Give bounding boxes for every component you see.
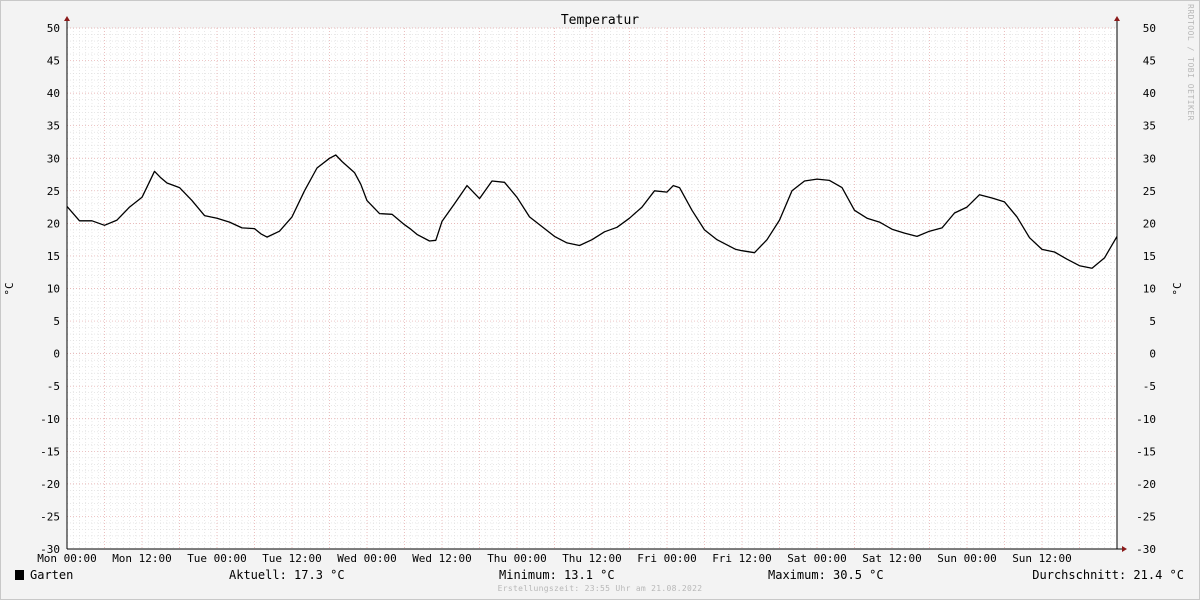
y-tick-label-right: -15 [1136,445,1156,458]
x-tick-label: Mon 00:00 [37,552,97,565]
y-tick-label-left: 35 [47,120,60,133]
y-tick-label-left: 10 [47,283,60,296]
y-tick-label-left: 5 [53,315,60,328]
y-tick-label-right: 45 [1143,55,1156,68]
temperature-chart: 50 5045 4540 4035 3530 3025 2520 2015 1510 105 50 0… [3,4,1195,565]
x-tick-label: Thu 12:00 [562,552,622,565]
x-axis-arrow [1122,546,1127,552]
y-axis-label-left: °C [3,282,16,295]
y-tick-label-right: -5 [1143,380,1156,393]
y-tick-label-right: -30 [1136,543,1156,556]
y-tick-label-left: 30 [47,152,60,165]
watermark: RRDTOOL / TOBI OETIKER [1186,4,1195,121]
legend-minimum: Minimum: 13.1 °C [499,568,615,582]
legend-average: Durchschnitt: 21.4 °C [1032,568,1184,582]
x-tick-label: Mon 12:00 [112,552,172,565]
y-tick-label-right: 25 [1143,185,1156,198]
legend-series: Garten [15,568,73,582]
y-tick-label-right: 10 [1143,283,1156,296]
y-tick-label-right: 15 [1143,250,1156,263]
y-tick-label-right: 5 [1149,315,1156,328]
grid-layer [66,27,1118,550]
x-tick-label: Sun 00:00 [937,552,997,565]
y-axis-label-right: °C [1171,282,1184,295]
legend-swatch [15,570,24,580]
x-tick-label: Tue 00:00 [187,552,247,565]
y-axis-arrow-left [64,16,70,21]
x-tick-label: Fri 00:00 [637,552,697,565]
y-tick-label-right: 40 [1143,87,1156,100]
x-tick-label: Wed 12:00 [412,552,472,565]
x-tick-label: Sat 00:00 [787,552,847,565]
y-tick-label-right: 20 [1143,217,1156,230]
y-tick-label-left: 20 [47,217,60,230]
y-tick-label-left: 0 [53,348,60,361]
y-tick-label-right: -20 [1136,478,1156,491]
y-tick-label-left: -15 [40,445,60,458]
y-tick-label-left: -10 [40,413,60,426]
y-tick-label-left: -25 [40,510,60,523]
x-tick-label: Wed 00:00 [337,552,397,565]
x-tick-label: Thu 00:00 [487,552,547,565]
y-tick-label-right: 30 [1143,152,1156,165]
legend-current: Aktuell: 17.3 °C [229,568,345,582]
y-tick-label-right: -10 [1136,413,1156,426]
y-tick-label-left: 25 [47,185,60,198]
y-tick-label-left: 50 [47,22,60,35]
y-tick-label-right: 35 [1143,120,1156,133]
y-tick-label-left: -5 [47,380,60,393]
y-tick-label-right: 50 [1143,22,1156,35]
y-tick-label-left: 45 [47,55,60,68]
y-tick-label-left: -20 [40,478,60,491]
chart-title: Temperatur [561,13,639,28]
x-tick-label: Sun 12:00 [1012,552,1072,565]
y-axis-arrow-right [1114,16,1120,21]
y-tick-label-right: 0 [1149,348,1156,361]
creation-time: Erstellungszeit: 23:55 Uhr am 21.08.2022 [497,584,703,593]
legend-maximum: Maximum: 30.5 °C [768,568,884,582]
x-tick-label: Tue 12:00 [262,552,322,565]
x-tick-label: Sat 12:00 [862,552,922,565]
y-tick-label-left: 40 [47,87,60,100]
y-tick-label-left: 15 [47,250,60,263]
y-tick-label-right: -25 [1136,510,1156,523]
x-tick-label: Fri 12:00 [712,552,772,565]
legend-series-name: Garten [30,568,74,582]
legend-row: Garten Aktuell: 17.3 °C Minimum: 13.1 °C… [0,568,1200,584]
